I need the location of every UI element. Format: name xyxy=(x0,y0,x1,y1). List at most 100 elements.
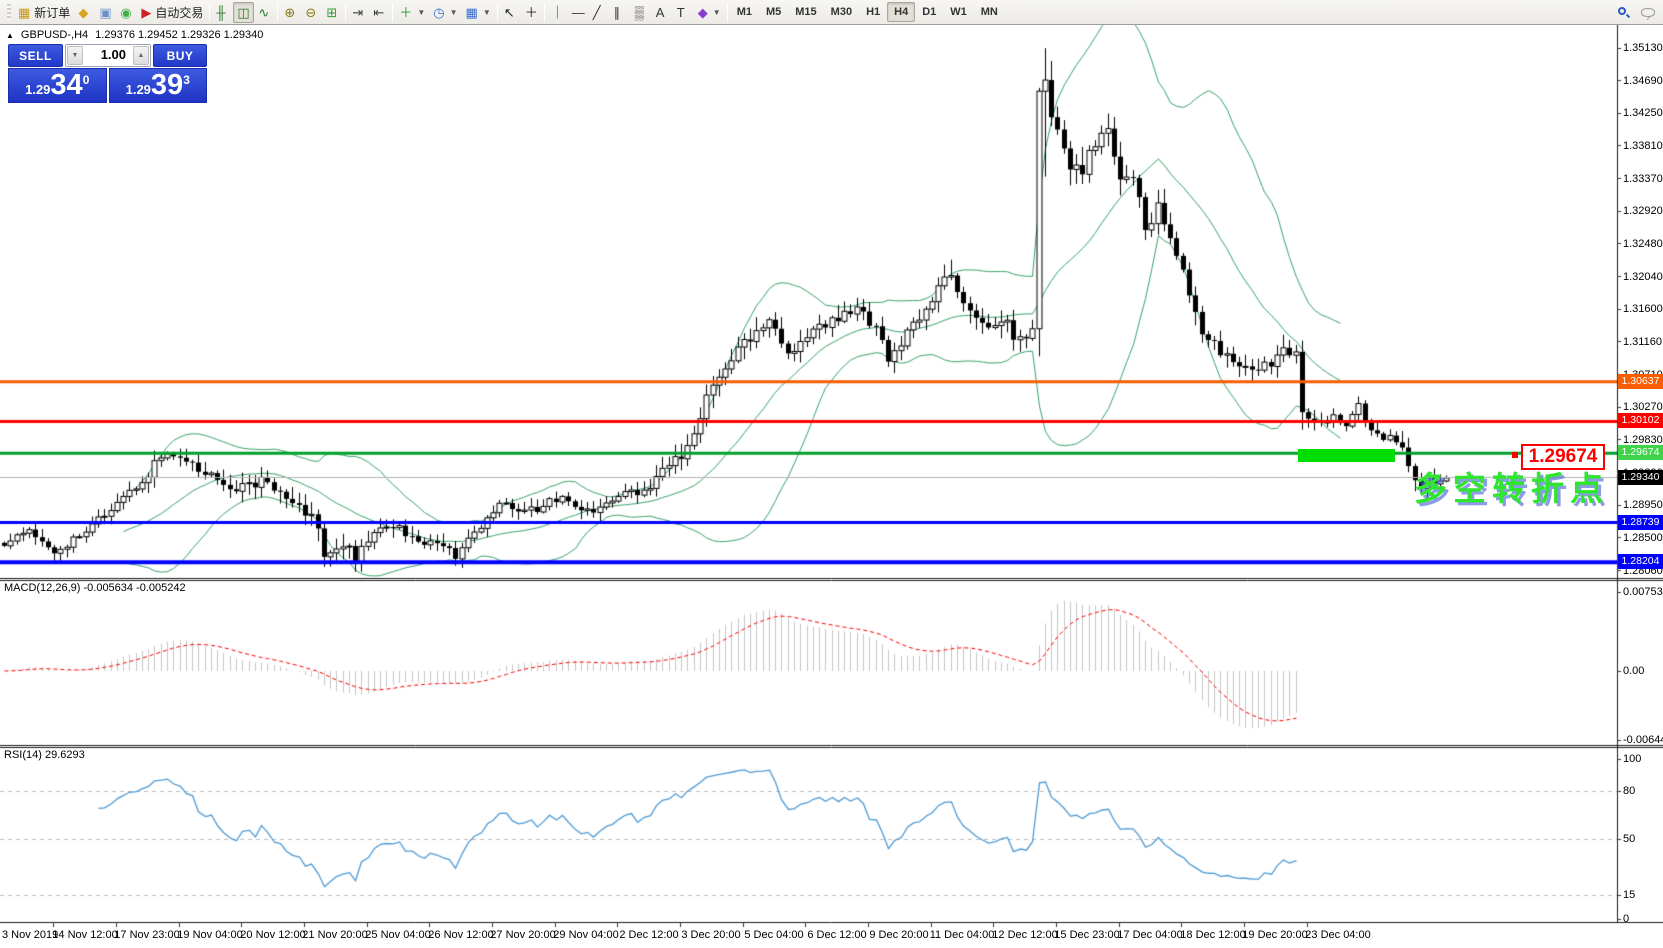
time-axis-label: 17 Dec 04:00 xyxy=(1117,929,1182,941)
rsi-axis-tick: 50 xyxy=(1623,833,1635,845)
profile-icon: ▣ xyxy=(99,6,111,19)
templates-icon[interactable]: ▦▼ xyxy=(462,2,495,23)
periods-icon: ◷ xyxy=(433,6,444,19)
highlight-rectangle[interactable] xyxy=(1298,449,1395,462)
timeframe-w1-button[interactable]: W1 xyxy=(943,2,974,22)
collapse-arrow-icon[interactable]: ▲ xyxy=(6,31,14,40)
toolbar-separator xyxy=(277,3,278,21)
autotrade-button-label: 自动交易 xyxy=(155,4,203,21)
time-axis-label: 11 Dec 04:00 xyxy=(930,929,995,941)
arrows-icon: ◆ xyxy=(698,6,708,19)
new-order-button[interactable]: ▦新订单 xyxy=(14,2,74,23)
arrows-icon-dropdown-arrow[interactable]: ▼ xyxy=(713,8,721,17)
rsi-axis-tick: 100 xyxy=(1623,753,1641,765)
toolbar-separator xyxy=(209,3,210,21)
price-axis-tick: 1.32040 xyxy=(1623,271,1663,283)
chart-shift-icon: ⇤ xyxy=(373,6,384,19)
bar-chart-icon[interactable]: ╫ xyxy=(212,2,233,23)
volume-down-button[interactable]: ▼ xyxy=(67,46,83,65)
news-feed-icon[interactable]: ◉ xyxy=(116,2,137,23)
price-axis-tick: 1.31600 xyxy=(1623,303,1663,315)
time-axis-label: 3 Nov 2019 xyxy=(2,929,58,941)
volume-up-button[interactable]: ▲ xyxy=(133,46,149,65)
callout-anchor-square xyxy=(1512,452,1518,458)
trendline-icon[interactable]: ╱ xyxy=(589,2,610,23)
search-icon[interactable] xyxy=(1618,7,1629,18)
time-axis-label: 18 Dec 12:00 xyxy=(1180,929,1245,941)
candle-chart-icon[interactable]: ◫ xyxy=(233,2,254,23)
toolbar-grip xyxy=(7,4,11,20)
buy-button[interactable]: BUY xyxy=(153,44,207,67)
price-axis-tick: 1.34690 xyxy=(1623,75,1663,87)
buy-price[interactable]: 1.29393 xyxy=(109,68,208,103)
indicators-icon-dropdown-arrow[interactable]: ▼ xyxy=(417,8,425,17)
zoom-in-icon[interactable]: ⊕ xyxy=(280,2,301,23)
macd-axis-tick: -0.006446 xyxy=(1623,734,1663,746)
hline-icon[interactable]: — xyxy=(568,2,589,23)
symbol-name: GBPUSD-,H4 xyxy=(21,29,88,41)
volume-field[interactable]: ▼ 1.00 ▲ xyxy=(65,44,151,67)
price-axis-tick: 1.35130 xyxy=(1623,42,1663,54)
timeframe-m15-button[interactable]: M15 xyxy=(788,2,823,22)
line-chart-icon[interactable]: ∿ xyxy=(254,2,275,23)
arrows-icon[interactable]: ◆▼ xyxy=(694,2,725,23)
sell-price[interactable]: 1.29340 xyxy=(8,68,107,103)
indicators-icon[interactable]: ＋▼ xyxy=(395,2,429,23)
time-axis-label: 20 Nov 12:00 xyxy=(240,929,305,941)
toolbar-separator xyxy=(497,3,498,21)
toolbar-separator xyxy=(392,3,393,21)
timeframe-h4-button[interactable]: H4 xyxy=(887,2,915,22)
toolbar-separator xyxy=(345,3,346,21)
time-axis-label: 15 Dec 23:00 xyxy=(1054,929,1119,941)
scroll-to-end-icon[interactable]: ⇥ xyxy=(348,2,369,23)
time-axis-label: 17 Nov 23:00 xyxy=(114,929,179,941)
timeframe-h1-button[interactable]: H1 xyxy=(859,2,887,22)
fibonacci-icon: ▒ xyxy=(635,6,644,19)
channel-icon: ∥ xyxy=(614,6,621,19)
time-axis-label: 26 Nov 12:00 xyxy=(428,929,493,941)
profile-icon[interactable]: ▣ xyxy=(95,2,116,23)
tile-windows-icon[interactable]: ⊞ xyxy=(322,2,343,23)
history-center-icon[interactable]: ◆ xyxy=(74,2,95,23)
periods-icon[interactable]: ◷▼ xyxy=(429,2,461,23)
timeframe-m30-button[interactable]: M30 xyxy=(824,2,859,22)
zoom-out-icon[interactable]: ⊖ xyxy=(301,2,322,23)
volume-value[interactable]: 1.00 xyxy=(84,45,132,66)
hline-icon: — xyxy=(572,6,585,19)
level-price-tag: 1.29674 xyxy=(1618,445,1663,460)
crosshair-icon[interactable]: ＋ xyxy=(521,2,542,23)
time-axis-label: 3 Dec 20:00 xyxy=(681,929,740,941)
macd-axis-tick: 0.00 xyxy=(1623,665,1644,677)
channel-icon[interactable]: ∥ xyxy=(610,2,631,23)
toolbar-separator xyxy=(544,3,545,21)
vline-icon[interactable]: ｜ xyxy=(547,2,568,23)
timeframe-mn-button[interactable]: MN xyxy=(974,2,1005,22)
price-axis-tick: 1.28950 xyxy=(1623,499,1663,511)
chart-shift-icon[interactable]: ⇤ xyxy=(369,2,390,23)
time-axis-label: 12 Dec 12:00 xyxy=(992,929,1057,941)
time-axis-label: 27 Nov 20:00 xyxy=(490,929,555,941)
periods-icon-dropdown-arrow[interactable]: ▼ xyxy=(450,8,458,17)
fibonacci-icon[interactable]: ▒ xyxy=(631,2,652,23)
time-axis-label: 19 Nov 04:00 xyxy=(177,929,242,941)
timeframe-m1-button[interactable]: M1 xyxy=(730,2,759,22)
time-axis-label: 25 Nov 04:00 xyxy=(365,929,430,941)
timeframe-m5-button[interactable]: M5 xyxy=(759,2,788,22)
text-icon[interactable]: A xyxy=(652,2,673,23)
symbol-ohlc: 1.29376 1.29452 1.29326 1.29340 xyxy=(95,29,263,41)
sell-button[interactable]: SELL xyxy=(8,44,63,67)
templates-icon-dropdown-arrow[interactable]: ▼ xyxy=(483,8,491,17)
chat-icon[interactable] xyxy=(1641,8,1655,17)
timeframe-d1-button[interactable]: D1 xyxy=(915,2,943,22)
label-icon[interactable]: T xyxy=(673,2,694,23)
scroll-to-end-icon: ⇥ xyxy=(352,6,363,19)
autotrade-button: ▶ xyxy=(141,6,151,19)
price-axis-tick: 1.31160 xyxy=(1623,336,1662,348)
cursor-icon[interactable]: ↖ xyxy=(500,2,521,23)
macd-axis-tick: 0.007538 xyxy=(1623,586,1663,598)
mt4-window: ▦新订单◆▣◉▶自动交易╫◫∿⊕⊖⊞⇥⇤＋▼◷▼▦▼↖＋｜—╱∥▒AT◆▼M1M… xyxy=(0,0,1663,948)
autotrade-button[interactable]: ▶ 自动交易 xyxy=(137,2,207,23)
price-axis-tick: 1.32480 xyxy=(1623,238,1663,250)
time-axis-label: 9 Dec 20:00 xyxy=(869,929,928,941)
price-axis-tick: 1.32920 xyxy=(1623,205,1663,217)
